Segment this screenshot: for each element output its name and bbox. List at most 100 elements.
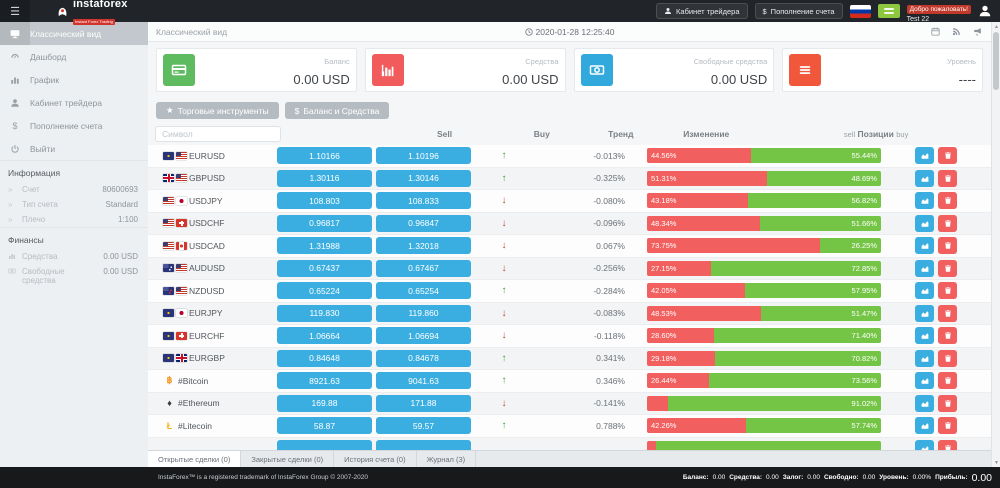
delete-button[interactable] [938, 215, 957, 232]
delete-button[interactable] [938, 237, 957, 254]
sidebar-item-logout[interactable]: Выйти [0, 137, 148, 160]
instruments-button[interactable]: ★ Торговые инструменты [156, 102, 279, 119]
delete-button[interactable] [938, 192, 957, 209]
sell-price-button[interactable]: 58.87 [277, 417, 372, 434]
chart-button[interactable] [915, 237, 934, 254]
tab-open-trades[interactable]: Открытые сделки (0) [148, 451, 241, 467]
sell-price-button[interactable]: 0.67437 [277, 260, 372, 277]
deposit-button[interactable]: $ Пополнение счета [755, 3, 843, 19]
buy-price-button[interactable]: 0.67467 [376, 260, 471, 277]
chart-button[interactable] [915, 305, 934, 322]
buy-price-button[interactable]: 0.96847 [376, 215, 471, 232]
delete-button[interactable] [938, 417, 957, 434]
tab-closed-trades[interactable]: Закрытые сделки (0) [241, 451, 334, 467]
delete-button[interactable] [938, 170, 957, 187]
chart-button[interactable] [915, 372, 934, 389]
symbol-cell: Ł #Litecoin [155, 421, 275, 431]
sell-price-button[interactable]: 169.88 [277, 395, 372, 412]
scroll-down-button[interactable]: ▼ [992, 458, 1000, 467]
sidebar-item-deposit[interactable]: $ Пополнение счета [0, 114, 148, 137]
delete-button[interactable] [938, 305, 957, 322]
delete-button[interactable] [938, 260, 957, 277]
delete-button[interactable] [938, 350, 957, 367]
buy-price-button[interactable]: 108.833 [376, 192, 471, 209]
language-button[interactable] [878, 4, 900, 18]
delete-button[interactable] [938, 440, 957, 450]
buy-price-button[interactable]: 9041.63 [376, 372, 471, 389]
desktop-icon [0, 22, 30, 45]
hamburger-button[interactable]: ☰ [0, 0, 30, 22]
buy-price-button[interactable]: 119.860 [376, 305, 471, 322]
sell-price-button[interactable]: 8921.63 [277, 372, 372, 389]
megaphone-icon[interactable] [973, 27, 983, 36]
russia-flag-button[interactable] [850, 5, 871, 18]
sidebar-item-chart[interactable]: График [0, 68, 148, 91]
sell-price-button[interactable]: 108.803 [277, 192, 372, 209]
delete-button[interactable] [938, 395, 957, 412]
change-value: -0.284% [535, 286, 647, 296]
chart-button[interactable] [915, 215, 934, 232]
currency-flag-icon [176, 264, 187, 272]
trash-icon [944, 264, 952, 273]
buy-price-button[interactable]: 1.32018 [376, 237, 471, 254]
buy-price-button[interactable]: 0.84678 [376, 350, 471, 367]
card-label: Уровень [947, 57, 976, 66]
chart-button[interactable] [915, 192, 934, 209]
buy-positions-segment: 55.44% [751, 148, 881, 163]
chart-button[interactable] [915, 170, 934, 187]
buy-price-button[interactable]: 171.88 [376, 395, 471, 412]
avatar-icon[interactable] [978, 4, 992, 18]
calendar-icon[interactable] [931, 27, 940, 36]
sell-price-button[interactable]: 0.65224 [277, 282, 372, 299]
sell-price-button[interactable]: 1.30116 [277, 170, 372, 187]
buy-price-button[interactable]: 0.65254 [376, 282, 471, 299]
sidebar-item-trader-cabinet[interactable]: Кабинет трейдера [0, 91, 148, 114]
balance-funds-button[interactable]: $ Баланс и Средства [285, 102, 390, 119]
sell-price-button[interactable]: 119.830 [277, 305, 372, 322]
currency-flag-icon [163, 309, 174, 317]
sell-price-button[interactable] [277, 440, 372, 450]
delete-button[interactable] [938, 327, 957, 344]
brand-logo[interactable]: instaforex Instant Forex Trading [56, 0, 128, 27]
sidebar-item-dashboard[interactable]: Дашборд [0, 45, 148, 68]
buy-price-button[interactable]: 59.57 [376, 417, 471, 434]
chart-button[interactable] [915, 350, 934, 367]
sell-price-button[interactable]: 1.06664 [277, 327, 372, 344]
rss-icon[interactable] [952, 27, 961, 36]
buy-price-button[interactable]: 1.06694 [376, 327, 471, 344]
chart-button[interactable] [915, 282, 934, 299]
tab-journal[interactable]: Журнал (3) [417, 451, 477, 467]
currency-flag-icon [176, 242, 187, 250]
credit-card-icon [163, 54, 195, 86]
gauge-icon [0, 52, 30, 62]
bar-chart-icon [0, 75, 30, 85]
buy-price-button[interactable] [376, 440, 471, 450]
chart-icon [920, 399, 930, 408]
scrollbar-thumb[interactable] [993, 32, 999, 90]
trader-cabinet-button[interactable]: Кабинет трейдера [656, 3, 747, 19]
change-value: -0.080% [535, 196, 647, 206]
scrollbar[interactable]: ▲ ▼ [991, 22, 1000, 467]
chart-button[interactable] [915, 260, 934, 277]
chart-button[interactable] [915, 417, 934, 434]
symbol-search-input[interactable] [155, 126, 281, 142]
finance-label: Средства [22, 252, 84, 261]
tab-account-history[interactable]: История счета (0) [334, 451, 416, 467]
sell-price-button[interactable]: 1.31988 [277, 237, 372, 254]
sell-positions-segment: 48.34% [647, 216, 760, 231]
stat-card-funds: Средства 0.00 USD [365, 48, 566, 92]
chart-button[interactable] [915, 327, 934, 344]
sell-price-button[interactable]: 0.84648 [277, 350, 372, 367]
delete-button[interactable] [938, 147, 957, 164]
sell-positions-segment: 28.60% [647, 328, 714, 343]
chart-button[interactable] [915, 395, 934, 412]
delete-button[interactable] [938, 282, 957, 299]
sell-price-button[interactable]: 0.96817 [277, 215, 372, 232]
buy-price-button[interactable]: 1.10196 [376, 147, 471, 164]
chart-button[interactable] [915, 440, 934, 450]
currency-flag-icon [176, 309, 187, 317]
chart-button[interactable] [915, 147, 934, 164]
delete-button[interactable] [938, 372, 957, 389]
buy-price-button[interactable]: 1.30146 [376, 170, 471, 187]
sell-price-button[interactable]: 1.10166 [277, 147, 372, 164]
